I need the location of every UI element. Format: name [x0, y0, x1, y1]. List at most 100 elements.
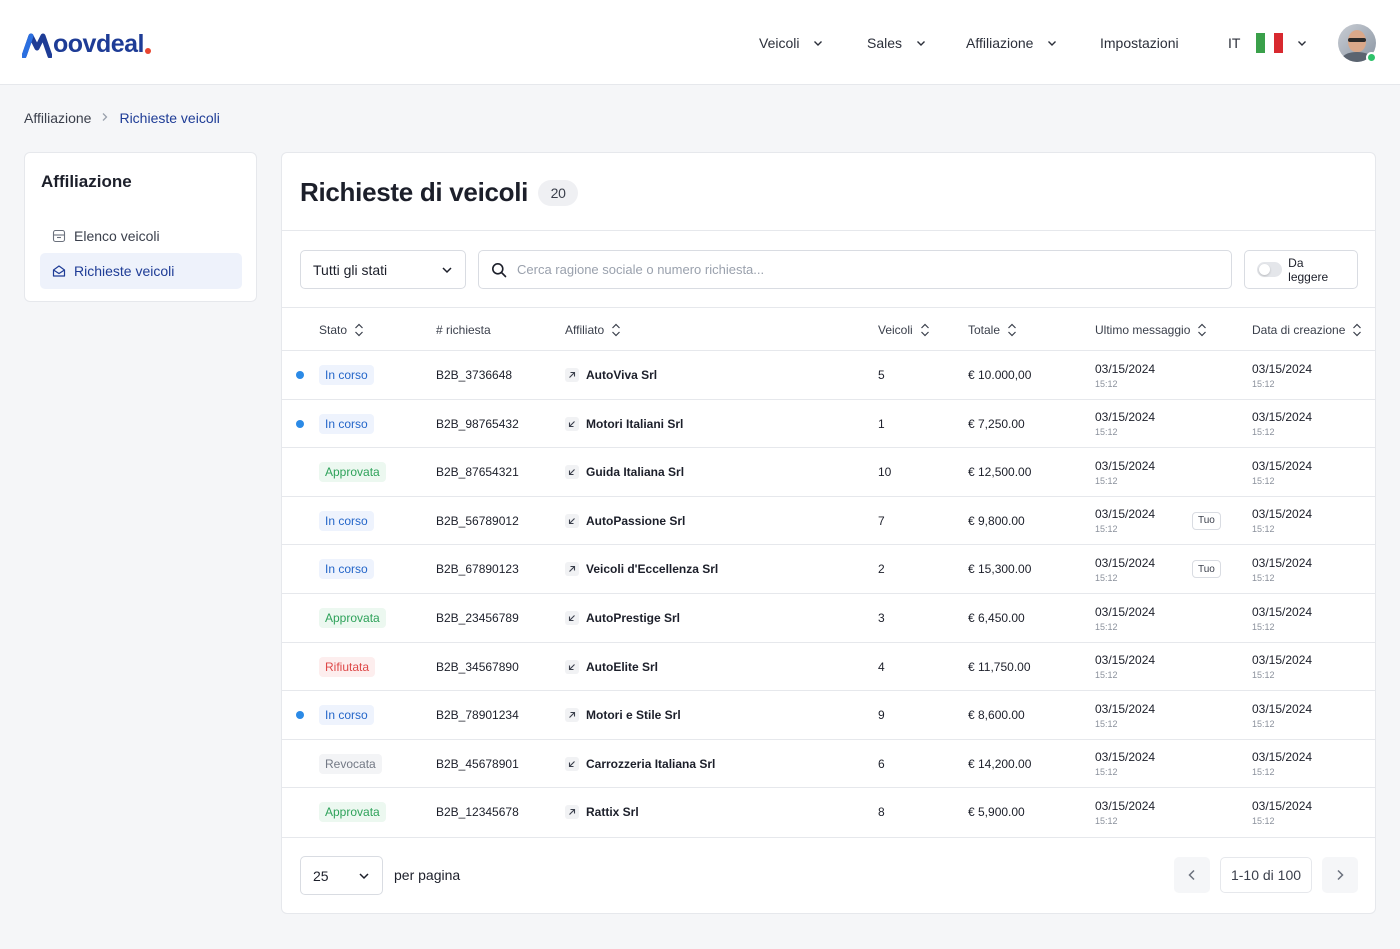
chevron-down-icon	[442, 266, 452, 273]
nav-veicoli[interactable]: Veicoli	[759, 30, 823, 56]
last-message-date: 03/15/2024	[1095, 361, 1156, 376]
table-row[interactable]: In corso B2B_98765432 Motori Italiani Srl 1…	[282, 398, 1375, 448]
status-badge: Approvata	[319, 802, 386, 823]
chevron-left-icon	[1188, 869, 1195, 881]
language-code: IT	[1228, 35, 1241, 51]
vehicles-count: 1	[878, 416, 885, 431]
last-message-time: 15:12	[1095, 378, 1118, 389]
last-message-time: 15:12	[1095, 670, 1118, 681]
unread-dot	[296, 711, 304, 720]
online-status-dot	[1366, 52, 1377, 63]
vehicles-count: 3	[878, 611, 885, 625]
column-header-ultimo-messaggio[interactable]: Ultimo messaggio	[1095, 322, 1207, 338]
column-header-veicoli[interactable]: Veicoli	[878, 322, 930, 338]
table-row[interactable]: In corso B2B_56789012 AutoPassione Srl 7 € 9…	[282, 495, 1375, 545]
vehicles-count: 6	[878, 756, 885, 771]
sidebar-title: Affiliazione	[41, 172, 132, 191]
last-message-date: 03/15/2024	[1095, 798, 1156, 813]
nav-sales[interactable]: Sales	[867, 30, 926, 56]
last-message-cell: 03/15/2024 15:12	[1095, 691, 1155, 739]
created-time: 15:12	[1252, 815, 1275, 826]
affiliate-name: Rattix Srl	[586, 805, 639, 820]
status-filter-select[interactable]: Tutti gli stati	[300, 250, 466, 289]
column-header-stato[interactable]: Stato	[319, 322, 364, 338]
sort-icon	[612, 323, 621, 336]
table-row[interactable]: Approvata B2B_12345678 Rattix Srl 8 € 5,900.…	[282, 787, 1375, 836]
column-header-richiesta: # richiesta	[436, 323, 491, 337]
tuo-badge: Tuo	[1192, 511, 1221, 530]
status-cell: In corso	[319, 545, 374, 593]
created-time: 15:12	[1252, 475, 1275, 486]
column-header-totale[interactable]: Totale	[968, 322, 1017, 338]
prev-page-button[interactable]	[1174, 857, 1210, 893]
created-cell: 03/15/2024 15:12	[1252, 740, 1312, 788]
table-row[interactable]: In corso B2B_3736648 AutoViva Srl 5 € 10.000…	[282, 350, 1375, 399]
sidebar-item-elenco-veicoli[interactable]: Elenco veicoli	[40, 218, 242, 254]
last-message-time: 15:12	[1095, 815, 1118, 826]
next-page-button[interactable]	[1322, 857, 1358, 893]
nav-affiliazione-label: Affiliazione	[966, 35, 1034, 51]
sidebar-item-richieste-veicoli[interactable]: Richieste veicoli	[40, 253, 242, 289]
created-cell: 03/15/2024 15:12	[1252, 691, 1312, 739]
table-row[interactable]: In corso B2B_78901234 Motori e Stile Srl 9 €…	[282, 690, 1375, 739]
status-cell: Rifiutata	[319, 643, 376, 691]
last-message-date: 03/15/2024	[1095, 458, 1156, 473]
nav-affiliazione[interactable]: Affiliazione	[966, 30, 1057, 56]
unread-filter-toggle[interactable]: Da leggere	[1244, 250, 1358, 289]
arrow-up-right-icon	[565, 708, 579, 723]
unread-dot	[296, 419, 304, 428]
affiliate-cell: AutoPassione Srl	[565, 497, 685, 545]
breadcrumb-parent[interactable]: Affiliazione	[24, 110, 91, 126]
per-page-select[interactable]: 25	[300, 856, 383, 895]
table-header: Stato # richiesta Affiliato Veicoli Tota…	[282, 308, 1375, 351]
total-amount: € 15,300.00	[968, 562, 1032, 577]
affiliate-name: AutoElite Srl	[586, 659, 659, 674]
search-input[interactable]	[517, 262, 1197, 277]
table-row[interactable]: Approvata B2B_87654321 Guida Italiana Srl 1…	[282, 447, 1375, 496]
created-time: 15:12	[1252, 524, 1275, 535]
last-message-date: 03/15/2024	[1095, 555, 1156, 570]
request-id: B2B_34567890	[436, 659, 519, 674]
total-amount: € 11,750.00	[968, 659, 1031, 674]
last-message-cell: 03/15/2024 15:12	[1095, 545, 1155, 593]
column-label: Affiliato	[565, 322, 605, 337]
table-row[interactable]: Approvata B2B_23456789 AutoPrestige Srl 3 € …	[282, 593, 1375, 642]
request-id: B2B_98765432	[436, 416, 519, 431]
created-cell: 03/15/2024 15:12	[1252, 545, 1312, 593]
table-row[interactable]: Revocata B2B_45678901 Carrozzeria Italiana…	[282, 738, 1375, 788]
column-header-data-creazione[interactable]: Data di creazione	[1252, 322, 1362, 338]
column-label: Veicoli	[878, 322, 913, 337]
unread-dot	[296, 371, 304, 379]
created-date: 03/15/2024	[1252, 798, 1313, 813]
created-date: 03/15/2024	[1252, 701, 1313, 716]
created-cell: 03/15/2024 15:12	[1252, 400, 1312, 448]
last-message-date: 03/15/2024	[1095, 750, 1156, 765]
logo-text: oovdeal	[53, 30, 144, 58]
divider	[282, 230, 1375, 231]
created-time: 15:12	[1252, 378, 1275, 389]
language-selector[interactable]: IT	[1228, 30, 1307, 56]
nav-impostazioni-label: Impostazioni	[1100, 35, 1179, 51]
sort-icon	[1008, 323, 1016, 336]
last-message-cell: 03/15/2024 15:12	[1095, 448, 1155, 496]
top-navbar: oovdeal Veicoli Sales Affiliazione Impos…	[0, 0, 1400, 85]
created-time: 15:12	[1252, 767, 1275, 778]
chevron-down-icon	[814, 41, 823, 46]
logo-dot	[144, 48, 151, 54]
last-message-cell: 03/15/2024 15:12	[1095, 400, 1155, 448]
table-row[interactable]: In corso B2B_67890123 Veicoli d'Eccellenza…	[282, 544, 1375, 593]
last-message-date: 03/15/2024	[1095, 410, 1156, 425]
moovdeal-logo[interactable]: oovdeal	[22, 26, 151, 58]
last-message-date: 03/15/2024	[1095, 701, 1156, 716]
nav-impostazioni[interactable]: Impostazioni	[1100, 30, 1179, 56]
column-header-affiliato[interactable]: Affiliato	[565, 322, 621, 338]
page-range: 1-10 di 100	[1220, 857, 1312, 893]
affiliate-name: Veicoli d'Eccellenza Srl	[586, 562, 719, 577]
nav-veicoli-label: Veicoli	[759, 35, 800, 51]
total-amount: € 9,800.00	[968, 513, 1025, 528]
created-time: 15:12	[1252, 572, 1275, 583]
table-row[interactable]: Rifiutata B2B_34567890 AutoElite Srl 4 € 11,…	[282, 641, 1375, 691]
total-amount: € 5,900.00	[968, 805, 1025, 820]
toggle-switch[interactable]	[1257, 262, 1283, 277]
last-message-cell: 03/15/2024 15:12	[1095, 643, 1155, 691]
